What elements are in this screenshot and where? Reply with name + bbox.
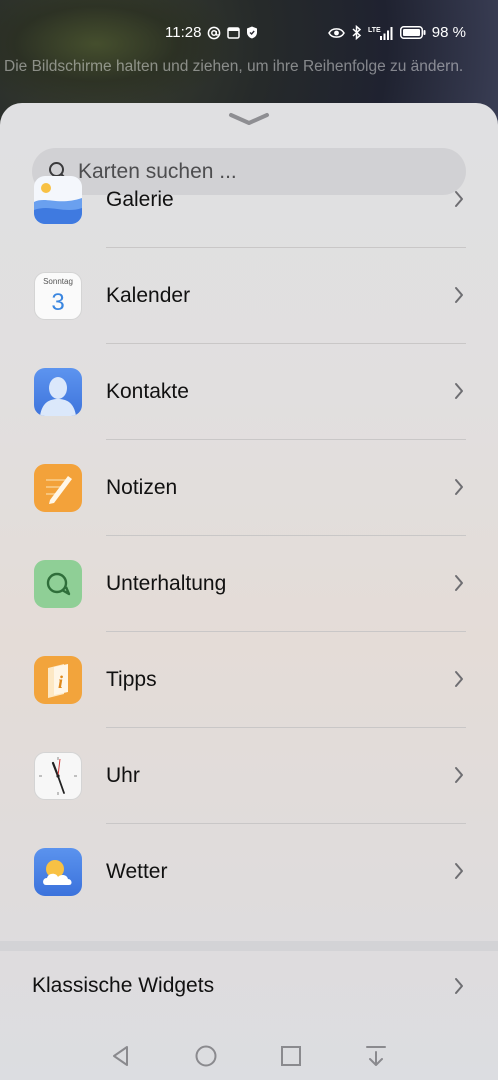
tips-icon: i — [34, 656, 82, 704]
weather-icon — [34, 848, 82, 896]
at-icon — [207, 26, 221, 40]
calendar-day: 3 — [51, 289, 65, 316]
list-item-label: Wetter — [106, 860, 168, 883]
chat-icon — [34, 560, 82, 608]
chevron-right-icon — [454, 574, 464, 597]
list-item-label: Unterhaltung — [106, 572, 227, 595]
chevron-right-icon — [454, 382, 464, 405]
section-divider — [0, 941, 498, 951]
battery-percent: 98 % — [431, 24, 466, 41]
list-item-label: Kalender — [106, 284, 191, 307]
sheet-handle-chevron-down-icon[interactable] — [228, 111, 270, 127]
add-card-sheet: Galerie Sonntag 3 Kalender — [0, 103, 498, 1080]
chevron-right-icon — [454, 190, 464, 213]
clock-icon — [34, 752, 82, 800]
list-item-label: Kontakte — [106, 380, 189, 403]
wallpaper-tree — [0, 0, 240, 110]
classic-widgets-label: Klassische Widgets — [32, 974, 215, 997]
status-time: 11:28 — [165, 24, 202, 41]
chevron-right-icon — [454, 478, 464, 501]
gallery-icon — [34, 176, 82, 224]
chevron-right-icon — [454, 766, 464, 789]
calendar-icon — [227, 26, 241, 39]
home-icon[interactable] — [193, 1043, 219, 1069]
chevron-right-icon — [454, 286, 464, 309]
calendar-app-icon: Sonntag 3 — [34, 272, 82, 320]
list-item-notizen[interactable]: Notizen — [0, 440, 498, 536]
notification-shade-icon[interactable] — [363, 1043, 389, 1069]
list-item-wetter[interactable]: Wetter — [0, 824, 498, 920]
shield-icon — [246, 26, 258, 39]
notes-icon — [34, 464, 82, 512]
lte-badge: LTE — [368, 27, 381, 34]
list-item-unterhaltung[interactable]: Unterhaltung — [0, 536, 498, 632]
contacts-icon — [34, 368, 82, 416]
list-item-label: Galerie — [106, 188, 174, 211]
recents-icon[interactable] — [278, 1043, 304, 1069]
classic-widgets-item[interactable]: Klassische Widgets — [0, 951, 498, 1021]
chevron-right-icon — [454, 977, 464, 1000]
list-item-tipps[interactable]: i Tipps — [0, 632, 498, 728]
reorder-hint: Die Bildschirme halten und ziehen, um ih… — [4, 58, 464, 75]
list-item-uhr[interactable]: Uhr — [0, 728, 498, 824]
navigation-bar — [0, 1033, 498, 1080]
chevron-right-icon — [454, 670, 464, 693]
bluetooth-icon — [351, 25, 362, 40]
list-item-kalender[interactable]: Sonntag 3 Kalender — [0, 248, 498, 344]
back-icon[interactable] — [108, 1043, 134, 1069]
battery-icon — [399, 26, 426, 39]
list-item-label: Notizen — [106, 476, 178, 499]
status-bar: 11:28 LTE 98 % — [0, 20, 498, 48]
list-item-galerie[interactable]: Galerie — [0, 152, 498, 248]
status-right: LTE 98 % — [327, 24, 466, 41]
svg-text:i: i — [58, 672, 63, 692]
signal-icon: LTE — [368, 25, 394, 41]
list-item-label: Tipps — [106, 668, 157, 691]
chevron-right-icon — [454, 862, 464, 885]
status-left: 11:28 — [165, 24, 258, 41]
eye-icon — [327, 27, 345, 39]
list-item-kontakte[interactable]: Kontakte — [0, 344, 498, 440]
list-item-label: Uhr — [106, 764, 140, 787]
calendar-weekday: Sonntag — [43, 277, 73, 286]
